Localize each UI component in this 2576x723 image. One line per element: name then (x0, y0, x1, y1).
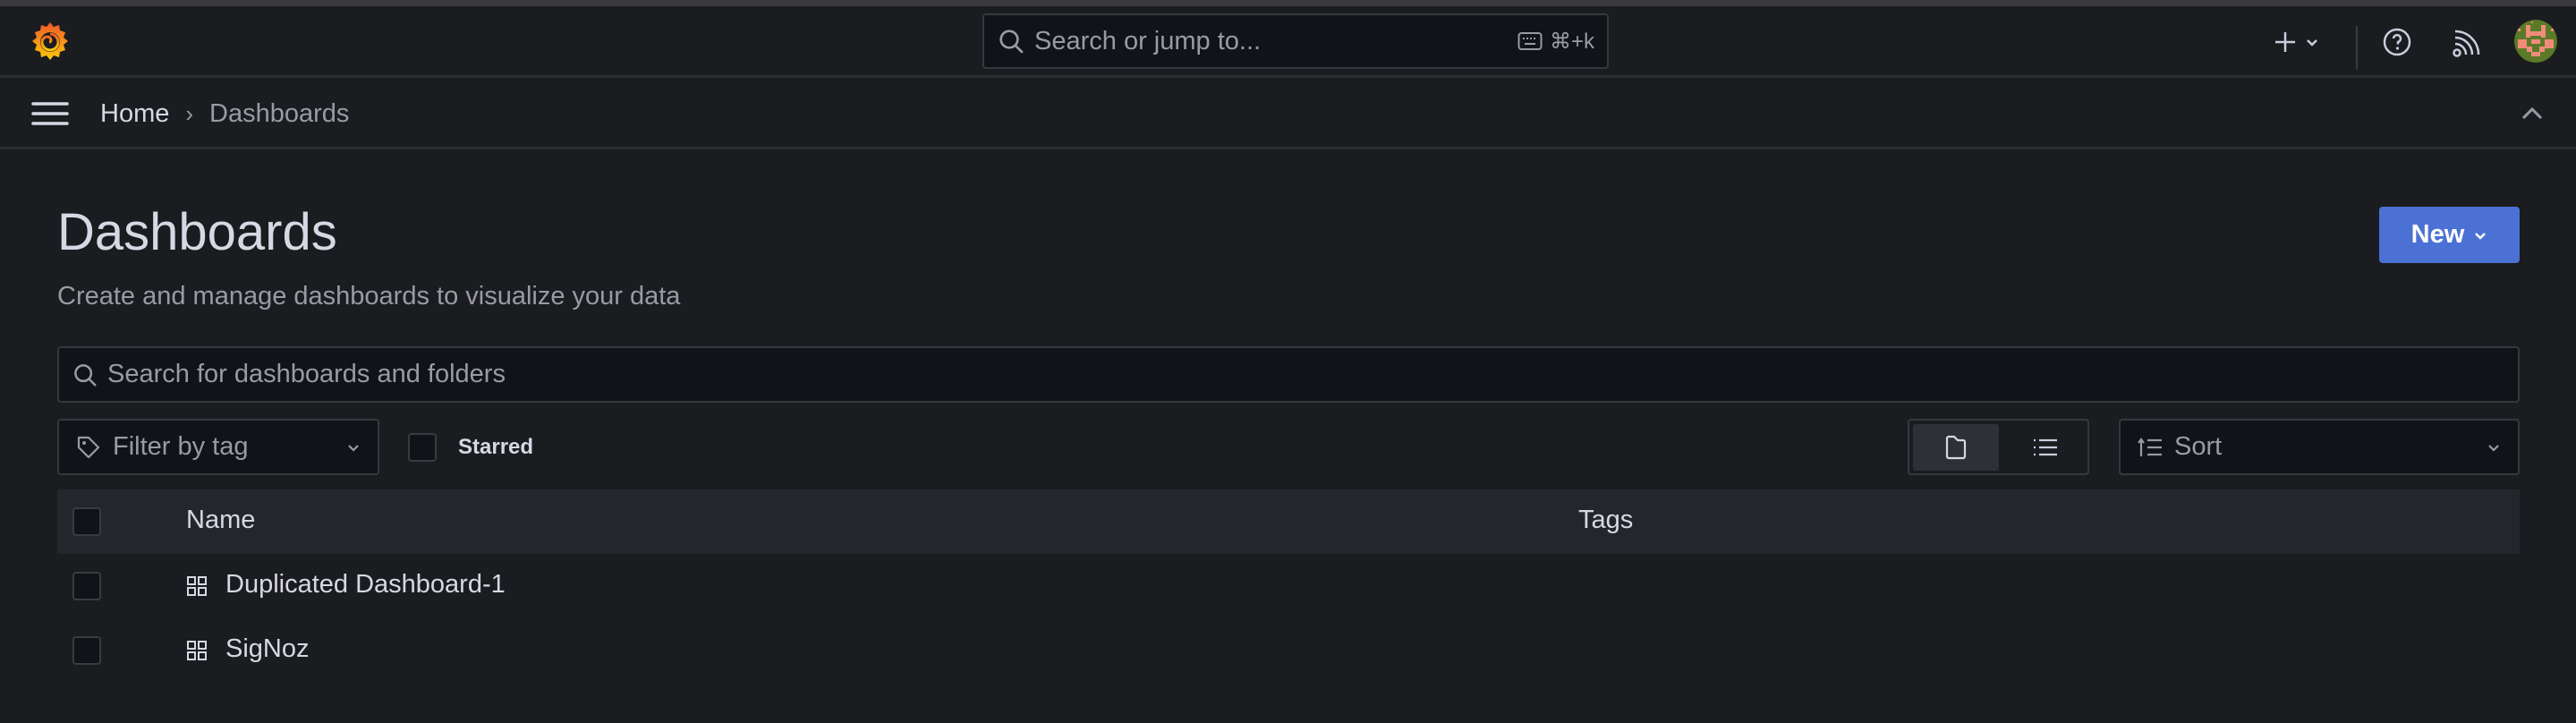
nav-divider (2356, 26, 2358, 69)
table-row[interactable]: Duplicated Dashboard-1 (57, 554, 2520, 618)
dashboard-grid-icon (187, 576, 207, 596)
sort-ascending-icon (2138, 437, 2162, 456)
tag-filter-placeholder: Filter by tag (113, 432, 249, 461)
global-search-input[interactable]: Search or jump to... ⌘+k (982, 13, 1609, 69)
search-icon (74, 363, 97, 386)
column-header-tags: Tags (1578, 506, 1634, 534)
page-title: Dashboards (57, 203, 337, 261)
breadcrumb-separator-icon: › (185, 99, 194, 127)
starred-label: Starred (458, 435, 534, 459)
breadcrumb-current: Dashboards (209, 98, 350, 128)
view-mode-toggle (1908, 419, 2089, 475)
grafana-logo-icon[interactable] (29, 20, 72, 63)
column-header-name[interactable]: Name (186, 506, 255, 535)
hamburger-menu-icon[interactable] (31, 99, 69, 128)
search-icon (999, 30, 1024, 54)
dashboard-name-link[interactable]: SigNoz (225, 634, 310, 664)
list-view-button[interactable] (2002, 424, 2088, 471)
row-checkbox[interactable] (72, 572, 101, 600)
user-avatar[interactable] (2514, 20, 2557, 63)
top-navigation: Search or jump to... ⌘+k (0, 6, 2576, 78)
help-circle-icon[interactable] (2381, 26, 2413, 58)
chevron-down-icon (348, 444, 359, 452)
chevron-down-icon (2307, 39, 2317, 47)
window-top-strip (0, 0, 2576, 6)
breadcrumb-bar: Home › Dashboards (0, 78, 2576, 149)
breadcrumb-home-link[interactable]: Home (100, 99, 169, 129)
starred-checkbox[interactable] (408, 433, 437, 462)
add-new-menu-button[interactable] (2273, 24, 2335, 60)
dashboard-search-placeholder: Search for dashboards and folders (107, 360, 506, 388)
dashboard-name-link[interactable]: Duplicated Dashboard-1 (225, 570, 506, 600)
new-dashboard-button[interactable]: New (2379, 207, 2520, 263)
global-search-placeholder: Search or jump to... (1034, 26, 1262, 55)
plus-icon (2275, 32, 2295, 52)
keyboard-shortcut-hint: ⌘+k (1518, 29, 1594, 55)
dashboards-table: Name Tags Duplicated Dashboard-1 SigNoz (57, 489, 2520, 683)
row-checkbox[interactable] (72, 636, 101, 665)
table-row[interactable]: SigNoz (57, 618, 2520, 683)
select-all-checkbox[interactable] (72, 507, 101, 536)
starred-filter[interactable]: Starred (408, 433, 533, 462)
tag-filter-select[interactable]: Filter by tag (57, 419, 379, 475)
sort-select[interactable]: Sort (2119, 419, 2520, 475)
sort-placeholder: Sort (2174, 432, 2223, 461)
folder-view-button[interactable] (1913, 424, 1999, 471)
tag-icon (77, 436, 100, 458)
rss-icon[interactable] (2452, 28, 2480, 58)
folder-icon (1945, 435, 1967, 460)
list-icon (2034, 438, 2057, 456)
dashboard-search-input[interactable]: Search for dashboards and folders (57, 346, 2520, 403)
chevron-down-icon (2475, 232, 2487, 240)
breadcrumb: Home › Dashboards (100, 96, 349, 132)
dashboard-grid-icon (187, 641, 207, 660)
table-header: Name Tags (57, 489, 2520, 554)
keyboard-icon (1518, 32, 1543, 50)
chevron-up-icon[interactable] (2519, 103, 2546, 124)
new-button-label: New (2410, 220, 2465, 249)
shortcut-text: ⌘+k (1549, 29, 1594, 54)
chevron-down-icon (2488, 444, 2499, 452)
page-subtitle: Create and manage dashboards to visualiz… (57, 282, 681, 310)
